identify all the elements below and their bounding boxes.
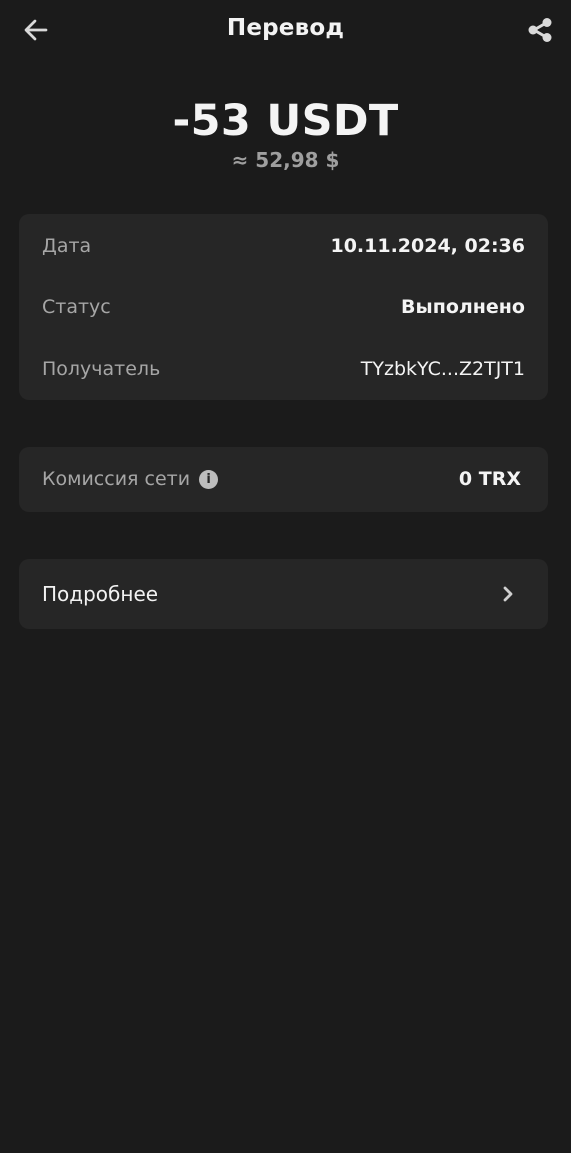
network-fee-card: Комиссия сети i 0 TRX (19, 447, 548, 512)
transfer-amount: -53 USDT (172, 96, 399, 146)
fiat-equivalent: ≈ 52,98 $ (231, 148, 340, 172)
network-fee-value: 0 TRX (458, 468, 521, 490)
transaction-details-card: Дата 10.11.2024, 02:36 Статус Выполнено … (19, 214, 548, 400)
page-title: Перевод (226, 15, 345, 41)
share-button[interactable] (523, 14, 557, 46)
date-row: Дата 10.11.2024, 02:36 (42, 231, 525, 261)
app-header: Перевод (0, 0, 571, 62)
details-link-card[interactable]: Подробнее (19, 559, 548, 629)
details-link-label: Подробнее (42, 582, 159, 606)
network-fee-row: Комиссия сети i 0 TRX (42, 464, 521, 494)
chevron-right-icon (498, 584, 518, 604)
network-fee-label: Комиссия сети (42, 468, 191, 490)
network-fee-label-group: Комиссия сети i (42, 468, 219, 490)
recipient-label: Получатель (42, 358, 161, 380)
status-value: Выполнено (401, 296, 525, 318)
status-row: Статус Выполнено (42, 292, 525, 322)
date-label: Дата (42, 235, 92, 257)
amount-summary: -53 USDT ≈ 52,98 $ (0, 92, 571, 172)
date-value: 10.11.2024, 02:36 (330, 235, 525, 257)
details-link-row[interactable]: Подробнее (42, 579, 518, 609)
status-label: Статус (42, 296, 111, 318)
share-icon (528, 18, 552, 42)
info-icon[interactable]: i (199, 469, 219, 489)
recipient-address[interactable]: TYzbkYC...Z2TJT1 (361, 358, 525, 380)
recipient-row: Получатель TYzbkYC...Z2TJT1 (42, 354, 525, 384)
